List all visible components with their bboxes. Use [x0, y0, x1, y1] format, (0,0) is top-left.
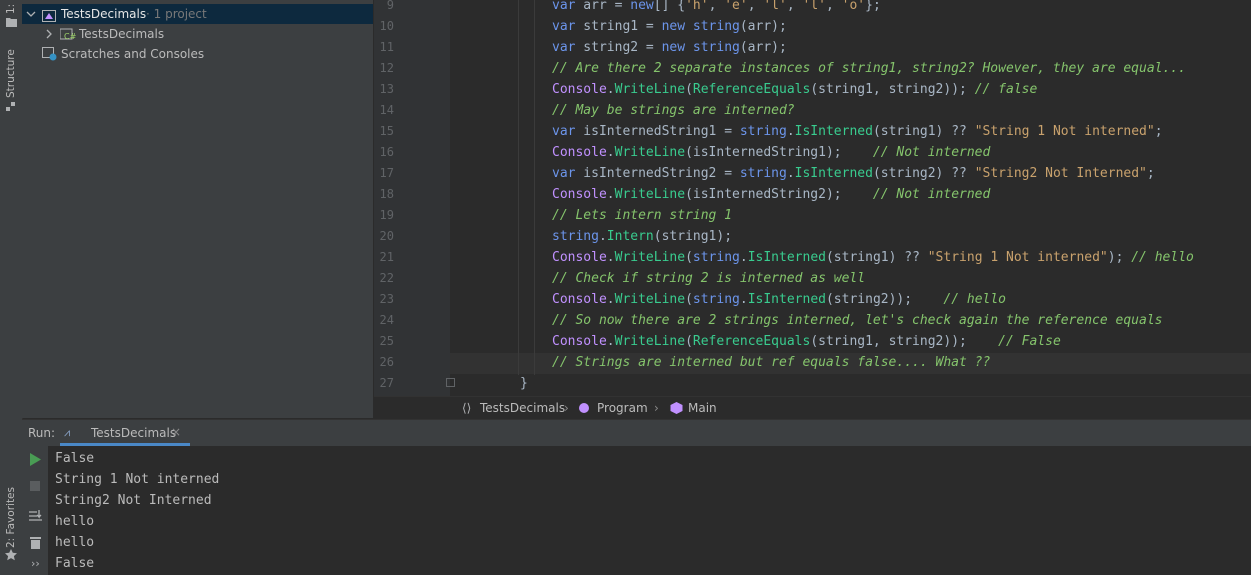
breadcrumb-namespace[interactable]: TestsDecimals: [480, 401, 565, 415]
run-tab-title: TestsDecimals: [91, 426, 177, 440]
code-line: // Are there 2 separate instances of str…: [552, 61, 1186, 76]
line-number: 25: [379, 334, 394, 348]
line-number: 15: [379, 124, 394, 138]
code-line: Console.WriteLine(ReferenceEquals(string…: [552, 82, 1038, 97]
console-line: String2 Not Interned: [55, 493, 212, 508]
code-line: var string2 = new string(arr);: [552, 40, 787, 55]
code-line: Console.WriteLine(string.IsInterned(stri…: [552, 292, 1007, 307]
line-number: 23: [379, 292, 394, 306]
project-tool-label[interactable]: 1:: [5, 4, 17, 14]
code-line: }: [520, 376, 528, 391]
breadcrumb-method[interactable]: Main: [688, 401, 717, 415]
solution-suffix: · 1 project: [146, 7, 207, 21]
line-number: 24: [379, 313, 394, 327]
svg-text:C#: C#: [64, 32, 76, 41]
code-line: var isInternedString2 = string.IsInterne…: [552, 166, 1155, 181]
project-name: TestsDecimals: [79, 27, 165, 41]
run-console-output[interactable]: False String 1 Not interned String2 Not …: [48, 446, 1251, 575]
run-config-icon: ⩘: [64, 426, 71, 439]
console-line: False: [55, 451, 95, 466]
chevron-right-icon: ›: [564, 401, 569, 415]
code-line: // Check if string 2 is interned as well: [552, 271, 866, 286]
project-panel: TestsDecimals · 1 project C# TestsDecima…: [22, 0, 374, 418]
code-line: Console.WriteLine(ReferenceEquals(string…: [552, 334, 1061, 349]
line-number: 18: [379, 187, 394, 201]
console-line: hello: [55, 514, 95, 529]
line-number: 26: [379, 355, 394, 369]
line-number: 21: [379, 250, 394, 264]
code-line: // May be strings are interned?: [552, 103, 795, 118]
structure-tool-label[interactable]: Structure: [5, 49, 17, 98]
line-number: 9: [386, 0, 394, 12]
star-icon[interactable]: [5, 549, 17, 564]
run-label: Run:: [28, 426, 56, 440]
namespace-icon: ⟨⟩: [462, 401, 472, 415]
line-number: 22: [379, 271, 394, 285]
chevron-right-icon: ›: [654, 401, 659, 415]
indent-guide: [534, 0, 535, 375]
line-number: 27: [379, 376, 394, 390]
code-line: string.Intern(string1);: [552, 229, 733, 244]
run-toolbar: ››: [22, 446, 48, 575]
folder-icon[interactable]: [6, 16, 17, 30]
line-number: 12: [379, 61, 394, 75]
left-tool-strip: 1: Structure 2: Favorites: [0, 0, 23, 575]
class-icon: [578, 402, 590, 417]
line-number: 16: [379, 145, 394, 159]
solution-name: TestsDecimals: [61, 7, 147, 21]
line-number: 14: [379, 103, 394, 117]
code-line: var arr = new[] {'h', 'e', 'l', 'l', 'o'…: [552, 0, 881, 13]
close-icon[interactable]: ×: [171, 425, 181, 439]
structure-icon[interactable]: [6, 101, 16, 115]
line-number: 20: [379, 229, 394, 243]
code-line: Console.WriteLine(string.IsInterned(stri…: [552, 250, 1194, 265]
tree-row-project[interactable]: C# TestsDecimals: [22, 24, 373, 44]
tree-row-scratches[interactable]: Scratches and Consoles: [22, 44, 373, 64]
code-line: // Lets intern string 1: [552, 208, 733, 223]
code-line: var string1 = new string(arr);: [552, 19, 787, 34]
line-number: 11: [379, 40, 394, 54]
code-line: Console.WriteLine(isInternedString2); //…: [552, 187, 991, 202]
favorites-tool-label[interactable]: 2: Favorites: [5, 487, 17, 548]
line-number: 13: [379, 82, 394, 96]
more-icon[interactable]: ››: [31, 557, 40, 570]
tree-row-solution[interactable]: TestsDecimals · 1 project: [22, 4, 373, 24]
scratches-icon: [42, 47, 58, 67]
breadcrumb-class[interactable]: Program: [597, 401, 648, 415]
breadcrumb: ⟨⟩ TestsDecimals › Program › Main: [374, 396, 1251, 419]
console-line: False: [55, 556, 95, 571]
run-tab[interactable]: ⩘ TestsDecimals ×: [60, 420, 190, 446]
fold-marker-icon[interactable]: [446, 377, 455, 391]
trash-icon[interactable]: [30, 536, 41, 552]
run-icon[interactable]: [29, 453, 41, 469]
code-line: var isInternedString1 = string.IsInterne…: [552, 124, 1163, 139]
run-panel-header: Run: ⩘ TestsDecimals ×: [22, 419, 1251, 447]
indent-guide: [518, 0, 519, 375]
line-number: 17: [379, 166, 394, 180]
scratches-label: Scratches and Consoles: [61, 47, 205, 61]
console-line: hello: [55, 535, 95, 550]
stop-icon[interactable]: [30, 480, 40, 494]
console-line: String 1 Not interned: [55, 472, 220, 487]
scroll-to-end-icon[interactable]: [29, 510, 42, 526]
code-line: // So now there are 2 strings interned, …: [552, 313, 1163, 328]
code-line: Console.WriteLine(isInternedString1); //…: [552, 145, 991, 160]
code-line: // Strings are interned but ref equals f…: [552, 355, 991, 370]
method-icon: [670, 402, 683, 417]
line-number: 19: [379, 208, 394, 222]
line-number: 10: [379, 19, 394, 33]
code-editor[interactable]: 9 10 11 12 13 14 15 16 17 18 19 20 21 22 23 24 25 26 27 va…: [374, 0, 1251, 396]
